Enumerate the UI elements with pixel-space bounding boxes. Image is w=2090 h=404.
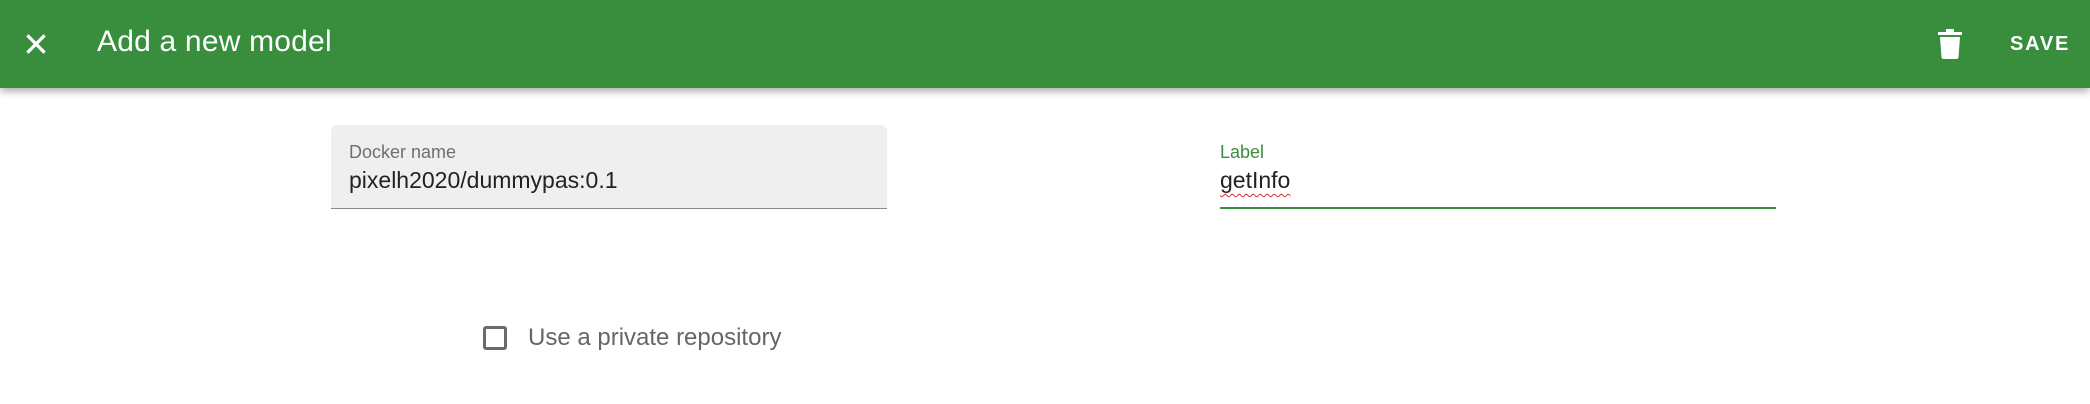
page-title: Add a new model bbox=[97, 25, 332, 58]
private-repository-checkbox[interactable] bbox=[483, 326, 507, 350]
label-input[interactable]: getInfo bbox=[1220, 167, 1290, 194]
label-field[interactable]: Label getInfo bbox=[1220, 125, 1776, 209]
label-field-label: Label bbox=[1220, 142, 1265, 162]
delete-button[interactable] bbox=[1924, 18, 1976, 70]
close-icon bbox=[26, 34, 46, 54]
private-repository-label[interactable]: Use a private repository bbox=[528, 324, 781, 352]
app-bar: Add a new model SAVE bbox=[0, 0, 2090, 88]
trash-icon bbox=[1938, 29, 1962, 59]
save-button[interactable]: SAVE bbox=[2000, 24, 2080, 64]
docker-name-input[interactable]: pixelh2020/dummypas:0.1 bbox=[349, 167, 618, 194]
docker-name-field[interactable]: Docker name pixelh2020/dummypas:0.1 bbox=[331, 125, 887, 209]
private-repository-option[interactable]: Use a private repository bbox=[480, 318, 781, 358]
close-button[interactable] bbox=[10, 18, 62, 70]
docker-name-label: Docker name bbox=[349, 142, 457, 162]
